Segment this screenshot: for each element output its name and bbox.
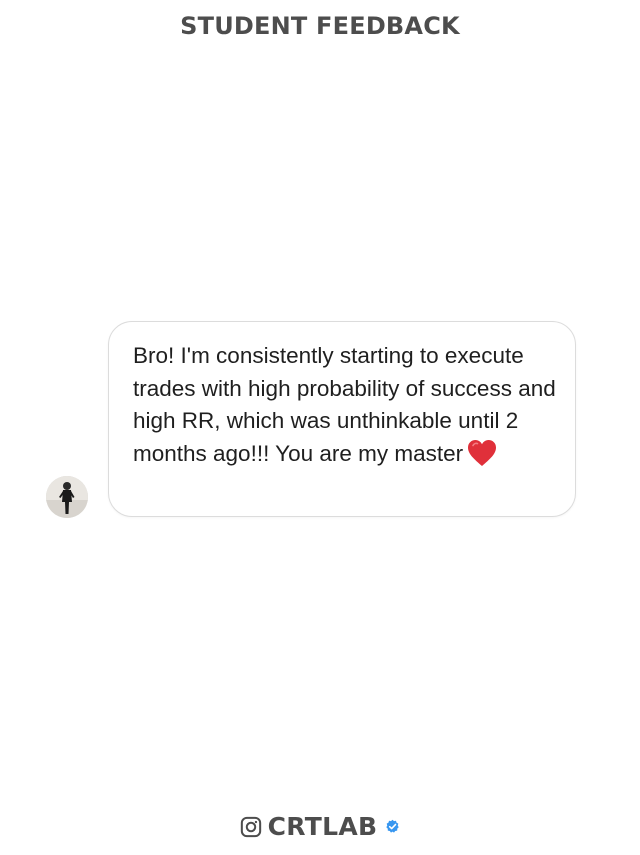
instagram-icon	[240, 816, 261, 837]
message-bubble[interactable]: Bro! I'm consistently starting to execut…	[108, 321, 576, 517]
brand-name: CRTLAB	[267, 812, 378, 841]
red-heart-icon	[468, 439, 497, 466]
message-text: Bro! I'm consistently starting to execut…	[133, 340, 563, 470]
footer-brand: CRTLAB	[0, 812, 640, 841]
sender-avatar[interactable]	[46, 476, 88, 518]
user-avatar-icon	[46, 476, 88, 518]
page-title: STUDENT FEEDBACK	[180, 12, 460, 40]
verified-badge-icon	[386, 819, 400, 833]
